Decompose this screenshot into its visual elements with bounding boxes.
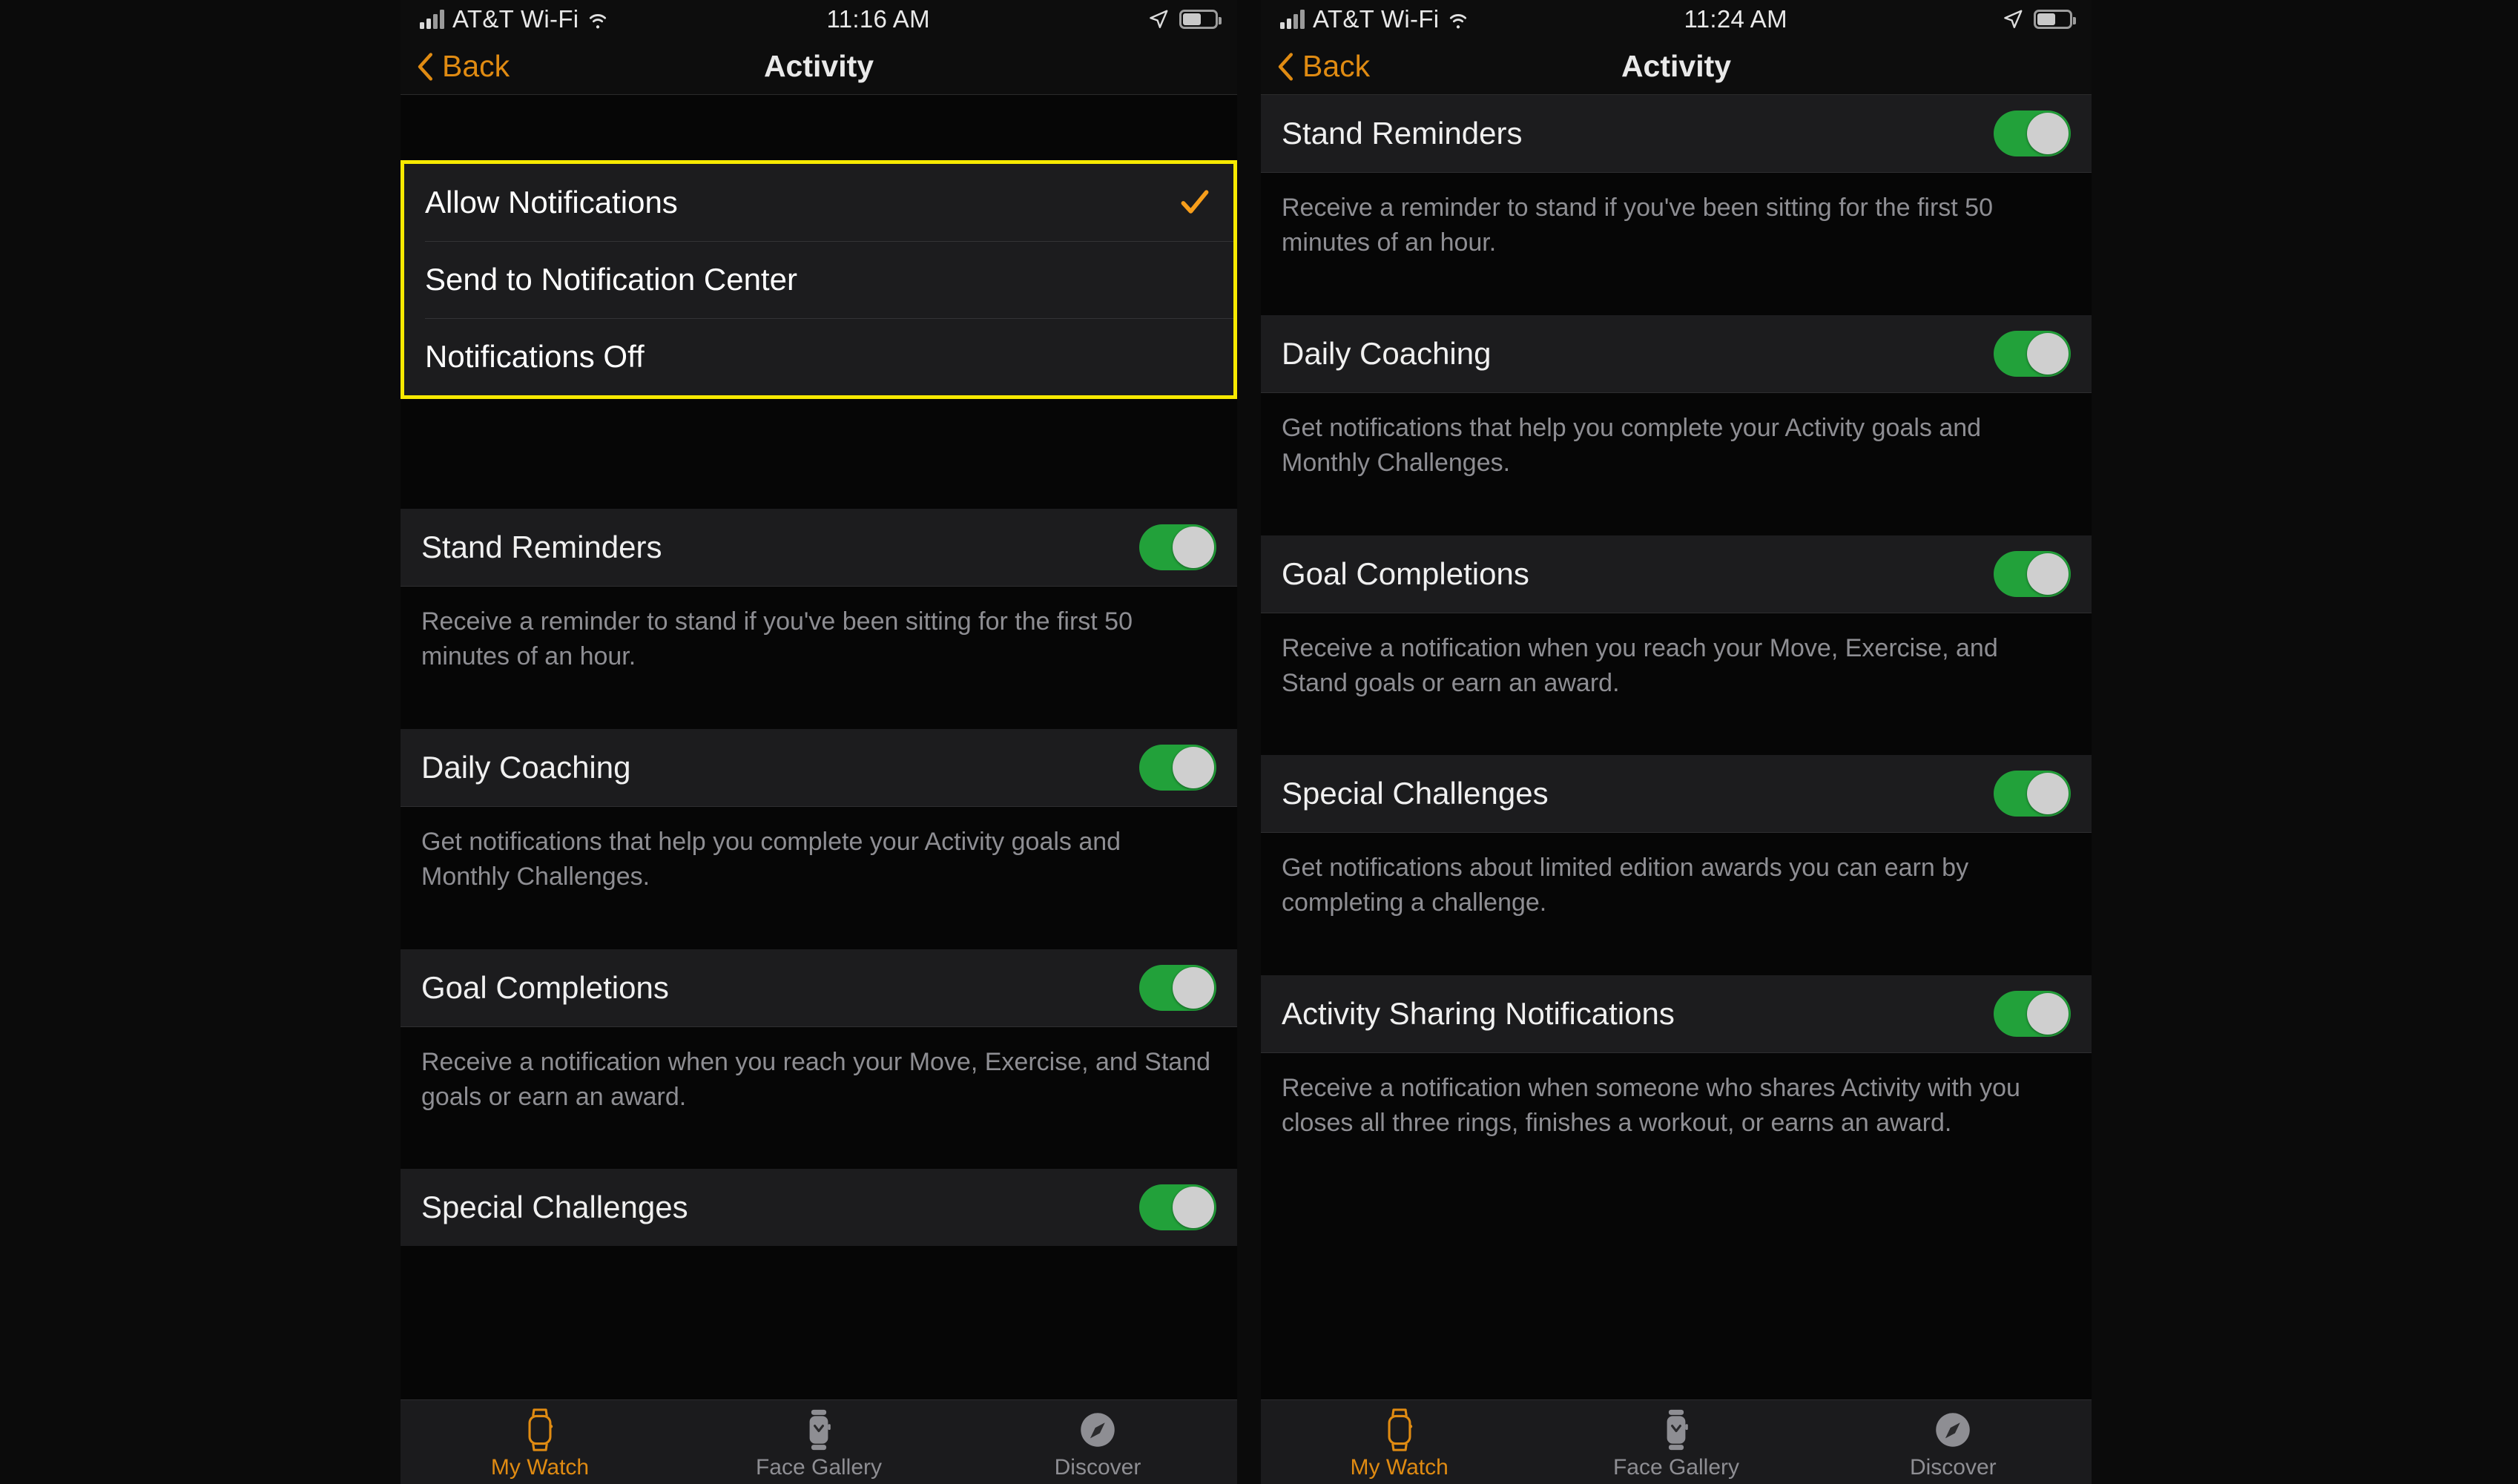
- setting-row-stand-reminders[interactable]: Stand Reminders: [1261, 95, 2092, 172]
- setting-row-goal-completions[interactable]: Goal Completions: [401, 949, 1237, 1026]
- setting-label: Special Challenges: [421, 1190, 688, 1225]
- location-arrow-icon: [1150, 10, 1168, 28]
- toggle-special-challenges[interactable]: [1139, 1184, 1216, 1231]
- setting-description: Get notifications that help you complete…: [401, 806, 1237, 949]
- status-bar: AT&T Wi-Fi 11:16 AM: [401, 0, 1237, 39]
- tab-label: Face Gallery: [755, 1455, 883, 1480]
- option-allow-notifications[interactable]: Allow Notifications: [404, 164, 1233, 241]
- tab-discover[interactable]: Discover: [1815, 1409, 2092, 1480]
- top-spacer: [401, 95, 1237, 160]
- tab-face-gallery[interactable]: Face Gallery: [1538, 1409, 1814, 1480]
- toggle-activity-sharing-notifications[interactable]: [1994, 991, 2071, 1038]
- toggle-goal-completions[interactable]: [1994, 550, 2071, 597]
- tab-bar: My Watch Face Gallery Discover: [1261, 1399, 2092, 1484]
- setting-label: Goal Completions: [1282, 555, 1529, 591]
- setting-label: Stand Reminders: [421, 530, 662, 564]
- setting-row-activity-sharing-notifications[interactable]: Activity Sharing Notifications: [1261, 975, 2092, 1053]
- watch-face-icon: [801, 1409, 837, 1451]
- tab-face-gallery[interactable]: Face Gallery: [679, 1409, 958, 1480]
- status-bar-clock: 11:24 AM: [1684, 5, 1787, 33]
- carrier-label: AT&T Wi-Fi: [1313, 5, 1440, 33]
- option-send-to-notification-center[interactable]: Send to Notification Center: [404, 241, 1233, 318]
- battery-icon: [1179, 10, 1222, 29]
- chevron-left-icon: [418, 52, 433, 81]
- back-button-label: Back: [1302, 49, 1371, 83]
- location-arrow-icon: [2004, 10, 2023, 28]
- battery-icon: [2034, 10, 2076, 29]
- page-title: Activity: [763, 49, 874, 83]
- setting-label: Stand Reminders: [1282, 116, 1523, 151]
- setting-row-goal-completions[interactable]: Goal Completions: [1261, 535, 2092, 613]
- tab-my-watch[interactable]: My Watch: [1261, 1408, 1538, 1480]
- carrier-label: AT&T Wi-Fi: [452, 5, 579, 33]
- notification-options-group: Allow Notifications Send to Notification…: [401, 160, 1237, 399]
- toggle-stand-reminders[interactable]: [1139, 524, 1216, 570]
- tab-label: My Watch: [1350, 1455, 1448, 1480]
- option-label: Notifications Off: [425, 339, 645, 374]
- watch-face-icon: [1658, 1409, 1694, 1451]
- tab-my-watch[interactable]: My Watch: [401, 1408, 679, 1480]
- setting-label: Activity Sharing Notifications: [1282, 996, 1675, 1032]
- setting-description: Receive a notification when you reach yo…: [1261, 613, 2092, 756]
- tab-label: Face Gallery: [1612, 1455, 1740, 1480]
- setting-label: Special Challenges: [1282, 776, 1549, 811]
- watch-outline-icon: [522, 1408, 558, 1451]
- compass-icon: [1934, 1409, 1972, 1451]
- section-spacer: [401, 399, 1237, 509]
- status-bar-right: [2002, 8, 2076, 30]
- page-title: Activity: [1621, 49, 1732, 83]
- setting-description: Receive a notification when someone who …: [1261, 1053, 2092, 1213]
- option-notifications-off[interactable]: Notifications Off: [404, 318, 1233, 395]
- status-bar-clock: 11:16 AM: [826, 5, 930, 33]
- tab-discover[interactable]: Discover: [958, 1409, 1237, 1480]
- signal-bars-icon: [1280, 10, 1305, 29]
- screenshot-stage: AT&T Wi-Fi 11:16 AM Back Activity Allow …: [0, 0, 2518, 1484]
- compass-icon: [1078, 1409, 1117, 1451]
- setting-label: Daily Coaching: [1282, 335, 1492, 371]
- tab-label: Discover: [1054, 1455, 1141, 1480]
- toggle-daily-coaching[interactable]: [1994, 330, 2071, 377]
- back-button-label: Back: [442, 49, 510, 83]
- signal-bars-icon: [420, 10, 444, 29]
- back-button[interactable]: Back: [1261, 49, 1370, 84]
- toggle-goal-completions[interactable]: [1139, 964, 1216, 1011]
- setting-description: Receive a notification when you reach yo…: [401, 1026, 1237, 1170]
- notification-options-highlight: Allow Notifications Send to Notification…: [401, 160, 1237, 399]
- option-label: Allow Notifications: [425, 185, 678, 220]
- back-button[interactable]: Back: [401, 49, 510, 84]
- setting-label: Goal Completions: [421, 969, 669, 1005]
- watch-outline-icon: [1382, 1408, 1417, 1451]
- status-bar: AT&T Wi-Fi 11:24 AM: [1261, 0, 2092, 39]
- setting-row-daily-coaching[interactable]: Daily Coaching: [1261, 314, 2092, 392]
- status-bar-right: [1147, 8, 1222, 30]
- tab-label: My Watch: [490, 1455, 590, 1480]
- setting-description: Receive a reminder to stand if you've be…: [401, 587, 1237, 729]
- chevron-left-icon: [1278, 52, 1293, 81]
- tab-label: Discover: [1909, 1455, 1997, 1480]
- tab-bar: My Watch Face Gallery Discover: [401, 1399, 1237, 1484]
- settings-list-left[interactable]: Allow Notifications Send to Notification…: [401, 95, 1237, 1484]
- phone-panel-left: AT&T Wi-Fi 11:16 AM Back Activity Allow …: [401, 0, 1237, 1484]
- navigation-bar: Back Activity: [1261, 39, 2092, 95]
- setting-row-special-challenges[interactable]: Special Challenges: [1261, 755, 2092, 833]
- wifi-icon: [1450, 14, 1467, 29]
- setting-row-stand-reminders[interactable]: Stand Reminders: [401, 509, 1237, 586]
- navigation-bar: Back Activity: [401, 39, 1237, 95]
- status-bar-left: AT&T Wi-Fi: [420, 5, 609, 33]
- setting-label: Daily Coaching: [421, 749, 631, 785]
- toggle-daily-coaching[interactable]: [1139, 744, 1216, 791]
- checkmark-icon: [1181, 190, 1209, 214]
- setting-row-daily-coaching[interactable]: Daily Coaching: [401, 728, 1237, 806]
- setting-row-special-challenges[interactable]: Special Challenges: [401, 1169, 1237, 1247]
- toggle-stand-reminders[interactable]: [1994, 111, 2071, 156]
- setting-description: Get notifications about limited edition …: [1261, 833, 2092, 976]
- wifi-icon: [590, 14, 607, 29]
- status-bar-left: AT&T Wi-Fi: [1280, 5, 1469, 33]
- toggle-special-challenges[interactable]: [1994, 771, 2071, 817]
- settings-list-right[interactable]: Stand Reminders Receive a reminder to st…: [1261, 95, 2092, 1484]
- setting-description: Receive a reminder to stand if you've be…: [1261, 173, 2092, 315]
- phone-panel-right: AT&T Wi-Fi 11:24 AM Back Activity Stand …: [1261, 0, 2092, 1484]
- setting-description: Get notifications that help you complete…: [1261, 392, 2092, 535]
- option-label: Send to Notification Center: [425, 262, 797, 297]
